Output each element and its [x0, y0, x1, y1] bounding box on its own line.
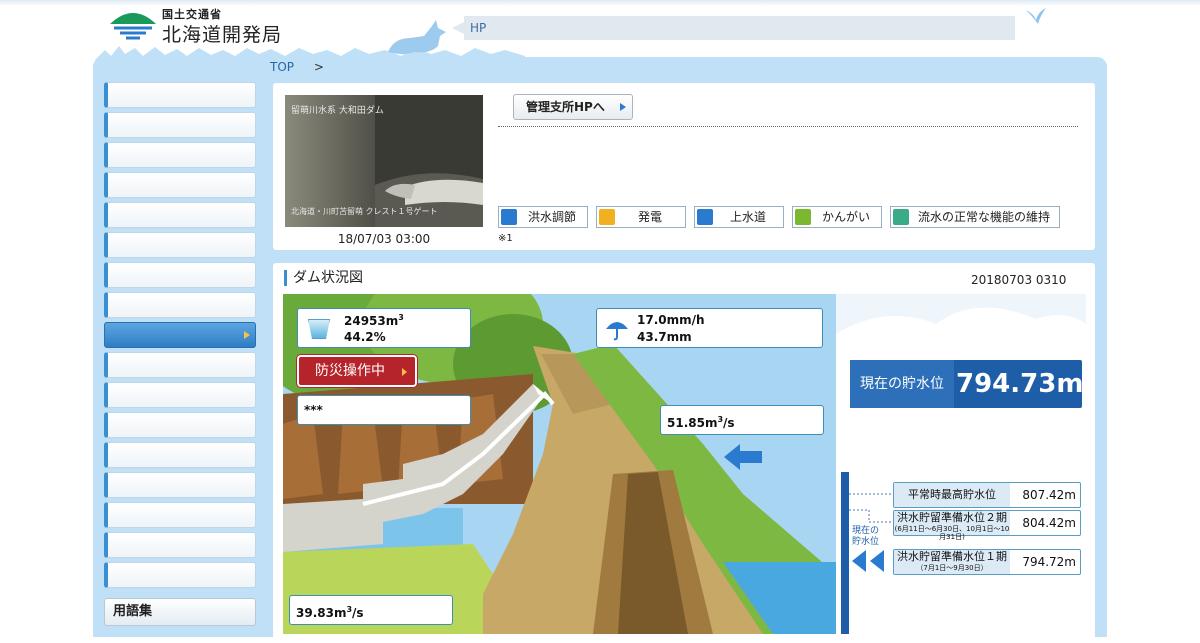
- purpose-badge: 発電: [596, 206, 686, 228]
- purpose-label: 洪水調節: [527, 210, 576, 224]
- disaster-operation-button[interactable]: 防災操作中: [297, 355, 417, 387]
- sidebar-item[interactable]: [104, 472, 256, 498]
- sidebar-item[interactable]: [104, 172, 256, 198]
- sidebar-item[interactable]: [104, 292, 256, 318]
- hp-link-bar[interactable]: HP: [464, 16, 1015, 40]
- purpose-label: かんがい: [821, 210, 870, 224]
- hp-bar-arrow: [452, 22, 464, 34]
- sidebar-item[interactable]: [104, 262, 256, 288]
- sidebar-item[interactable]: [104, 142, 256, 168]
- breadcrumb-top-link[interactable]: TOP: [270, 60, 294, 74]
- sidebar-item[interactable]: [104, 202, 256, 228]
- sprout-icon: [795, 209, 811, 225]
- purpose-badge: 上水道: [694, 206, 784, 228]
- purpose-label: 発電: [637, 210, 662, 224]
- sky-decoration: [836, 294, 1086, 354]
- reference-level-name: 平常時最高貯水位: [894, 483, 1010, 507]
- operation-status: ***: [297, 395, 471, 425]
- purpose-badge: 洪水調節: [498, 206, 588, 228]
- reference-level-value: 807.42m: [1022, 488, 1076, 502]
- rain-intensity: 17.0mm/h: [637, 313, 705, 327]
- sidebar-item[interactable]: [104, 82, 256, 108]
- site-header: 国土交通省 北海道開発局 HP: [0, 0, 1200, 60]
- reservoir-icon: [308, 319, 330, 339]
- sidebar-item[interactable]: [104, 442, 256, 468]
- arrow-down-icon: [501, 209, 517, 225]
- glossary-button[interactable]: 用語集: [104, 598, 256, 626]
- faucet-icon: [697, 209, 713, 225]
- breadcrumb-separator: >: [313, 60, 324, 74]
- dam-camera-image[interactable]: 留萌川水系 大和田ダム 北海道・川町苫留萌 クレスト１号ゲート: [285, 95, 483, 227]
- dotted-divider: [498, 126, 1078, 127]
- sidebar-menu: [104, 82, 256, 592]
- level-scale-bar: [841, 472, 849, 634]
- sidebar-item[interactable]: [104, 382, 256, 408]
- wave-icon: [893, 209, 909, 225]
- storage-volume: 24953m3: [344, 313, 404, 328]
- sidebar-item[interactable]: [104, 232, 256, 258]
- breadcrumb: TOP >: [270, 60, 324, 74]
- site-logo[interactable]: 国土交通省 北海道開発局: [108, 4, 288, 46]
- inflow-arrow-icon: [724, 444, 762, 470]
- camera-label-bottom: 北海道・川町苫留萌 クレスト１号ゲート: [291, 207, 438, 216]
- reference-level-value: 794.72m: [1022, 555, 1076, 569]
- dam-status-title: ダム状況図: [284, 270, 363, 286]
- level-guide-lines: [849, 493, 893, 523]
- reference-level-name: 洪水貯留準備水位２期 (6月11日〜6月30日、10月1日〜10月31日): [894, 511, 1010, 541]
- sidebar-item[interactable]: [104, 532, 256, 558]
- storage-info: 24953m3 44.2%: [297, 308, 471, 348]
- storage-rate: 44.2%: [344, 330, 386, 344]
- sidebar-item[interactable]: [104, 562, 256, 588]
- inflow-value: 51.85m3/s: [660, 405, 824, 435]
- reference-level-value: 804.42m: [1022, 516, 1076, 530]
- camera-timestamp: 18/07/03 03:00: [337, 232, 431, 246]
- camera-label-top: 留萌川水系 大和田ダム: [291, 106, 384, 116]
- reference-level-row: 洪水貯留準備水位２期 (6月11日〜6月30日、10月1日〜10月31日) 804.…: [893, 510, 1081, 541]
- rain-info: 17.0mm/h 43.7mm: [596, 308, 823, 348]
- play-arrow-icon: [402, 368, 407, 376]
- reference-level-row: 洪水貯留準備水位１期 （7月1日〜9月30日） 794.72m: [893, 549, 1081, 575]
- dam-status-timestamp: 20180703 0310: [971, 273, 1067, 287]
- purpose-label: 上水道: [729, 210, 766, 224]
- office-hp-button[interactable]: 管理支所HPへ: [513, 94, 633, 120]
- sidebar-item[interactable]: [104, 412, 256, 438]
- rain-total: 43.7mm: [637, 330, 692, 344]
- office-hp-button-label: 管理支所HPへ: [526, 100, 605, 114]
- sidebar-item[interactable]: [104, 112, 256, 138]
- water-level-area: [836, 294, 1086, 634]
- sidebar-item[interactable]: [104, 352, 256, 378]
- lightning-icon: [599, 209, 615, 225]
- purpose-label: 流水の正常な機能の維持: [917, 210, 1050, 224]
- umbrella-icon: [606, 322, 628, 341]
- purpose-badge: かんがい: [792, 206, 882, 228]
- fox-icon: [388, 20, 446, 54]
- sidebar-item[interactable]: [104, 502, 256, 528]
- play-arrow-icon: [620, 103, 626, 111]
- disaster-operation-label: 防災操作中: [315, 363, 385, 379]
- logo-mark-icon: [110, 13, 156, 40]
- current-level-marker-icon: [852, 550, 884, 572]
- bird-icon: [1026, 8, 1046, 24]
- purpose-badge: 流水の正常な機能の維持: [890, 206, 1060, 228]
- current-level-value: 794.73m: [956, 369, 1084, 399]
- outflow-value: 39.83m3/s: [289, 595, 453, 625]
- current-water-level: 現在の貯水位 794.73m: [850, 360, 1084, 408]
- play-arrow-icon: [244, 331, 250, 339]
- reference-level-name: 洪水貯留準備水位１期 （7月1日〜9月30日）: [894, 550, 1010, 574]
- footnote-mark: ※1: [498, 233, 513, 244]
- reference-level-row: 平常時最高貯水位 807.42m: [893, 482, 1081, 508]
- current-level-label: 現在の貯水位: [850, 360, 954, 408]
- sidebar-item[interactable]: [104, 322, 256, 348]
